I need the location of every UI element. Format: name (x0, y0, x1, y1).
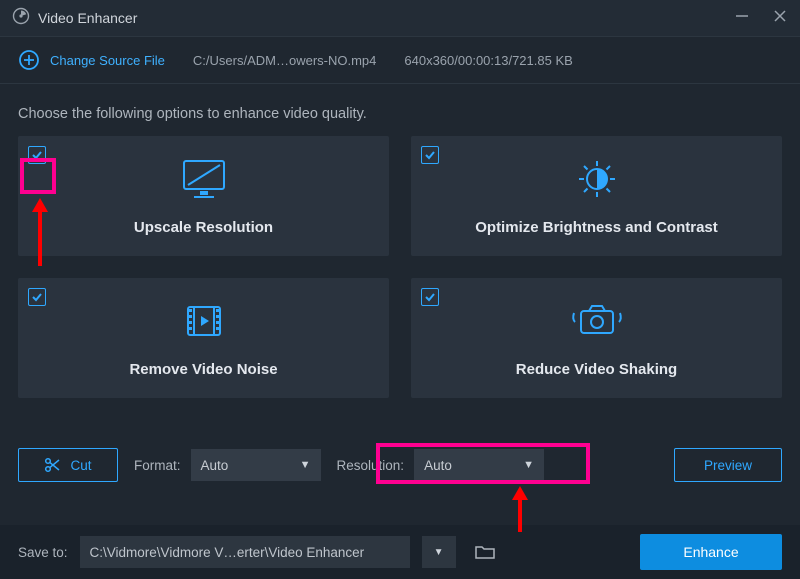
cut-label: Cut (70, 458, 91, 473)
chevron-down-icon: ▼ (300, 459, 311, 471)
check-icon (31, 291, 43, 303)
source-bar: Change Source File C:/Users/ADM…owers-NO… (0, 36, 800, 84)
instruction-text: Choose the following options to enhance … (0, 84, 800, 132)
open-folder-button[interactable] (468, 536, 502, 568)
card-optimize-brightness[interactable]: Optimize Brightness and Contrast (411, 136, 782, 256)
card-label: Optimize Brightness and Contrast (475, 219, 718, 236)
check-icon (424, 149, 436, 161)
resolution-select[interactable]: Auto ▼ (414, 449, 544, 481)
save-path-value: C:\Vidmore\Vidmore V…erter\Video Enhance… (90, 545, 365, 560)
save-path-box[interactable]: C:\Vidmore\Vidmore V…erter\Video Enhance… (80, 536, 410, 568)
check-icon (31, 149, 43, 161)
monitor-icon (178, 157, 230, 201)
save-path-dropdown[interactable]: ▼ (422, 536, 456, 568)
card-upscale-resolution[interactable]: Upscale Resolution (18, 136, 389, 256)
change-source-button[interactable]: Change Source File (18, 49, 165, 71)
close-button[interactable] (772, 9, 788, 28)
checkbox-deshake[interactable] (421, 288, 439, 306)
card-remove-noise[interactable]: Remove Video Noise (18, 278, 389, 398)
check-icon (424, 291, 436, 303)
app-icon (12, 7, 30, 30)
format-value: Auto (201, 458, 229, 473)
card-reduce-shaking[interactable]: Reduce Video Shaking (411, 278, 782, 398)
chevron-down-icon: ▼ (434, 547, 444, 558)
preview-label: Preview (704, 458, 752, 473)
chevron-down-icon: ▼ (523, 459, 534, 471)
checkbox-upscale[interactable] (28, 146, 46, 164)
source-info: 640x360/00:00:13/721.85 KB (404, 53, 572, 68)
bottom-bar: Save to: C:\Vidmore\Vidmore V…erter\Vide… (0, 525, 800, 579)
cut-button[interactable]: Cut (18, 448, 118, 482)
scissors-icon (44, 457, 60, 473)
card-label: Remove Video Noise (129, 361, 277, 378)
format-label: Format: (134, 458, 181, 473)
source-path: C:/Users/ADM…owers-NO.mp4 (193, 53, 376, 68)
card-label: Upscale Resolution (134, 219, 273, 236)
controls-row: Cut Format: Auto ▼ Resolution: Auto ▼ Pr… (0, 448, 800, 482)
preview-button[interactable]: Preview (674, 448, 782, 482)
format-select[interactable]: Auto ▼ (191, 449, 321, 481)
save-to-label: Save to: (18, 545, 68, 560)
resolution-value: Auto (424, 458, 452, 473)
resolution-label: Resolution: (337, 458, 405, 473)
enhance-button[interactable]: Enhance (640, 534, 782, 570)
camera-shake-icon (567, 299, 627, 343)
enhance-label: Enhance (683, 544, 738, 560)
plus-circle-icon (18, 49, 40, 71)
brightness-icon (571, 157, 623, 201)
minimize-button[interactable] (734, 9, 750, 28)
change-source-label: Change Source File (50, 53, 165, 68)
titlebar: Video Enhancer (0, 0, 800, 36)
app-title: Video Enhancer (38, 10, 137, 26)
checkbox-denoise[interactable] (28, 288, 46, 306)
checkbox-optimize[interactable] (421, 146, 439, 164)
folder-icon (475, 544, 495, 560)
film-icon (178, 299, 230, 343)
card-label: Reduce Video Shaking (516, 361, 677, 378)
